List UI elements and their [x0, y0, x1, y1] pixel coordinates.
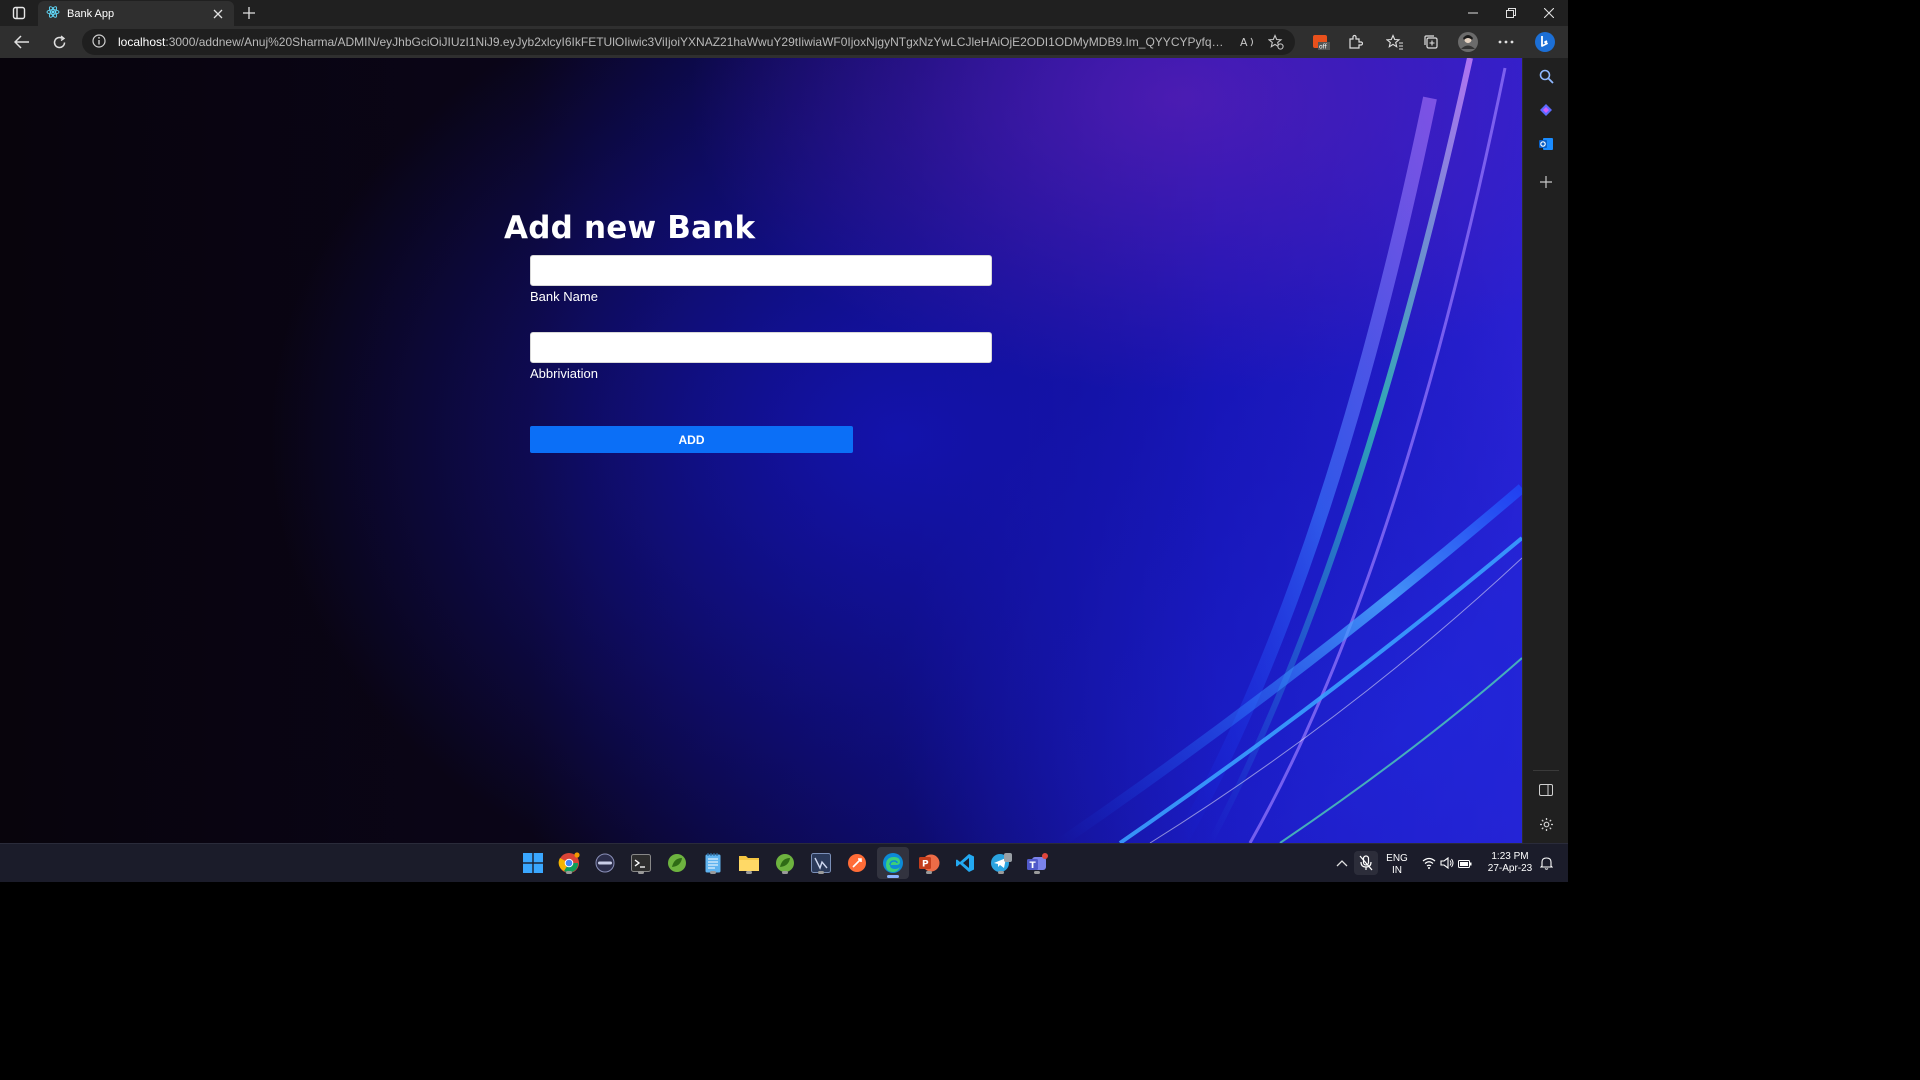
favorites-icon[interactable] [1382, 30, 1408, 54]
svg-text:T: T [1030, 861, 1037, 871]
running-indicator [746, 871, 752, 874]
powerpoint-icon[interactable]: P [917, 851, 941, 875]
svg-text:off: off [1319, 44, 1328, 51]
restore-icon[interactable] [1492, 0, 1530, 26]
terminal-icon[interactable] [629, 851, 653, 875]
tab-actions-icon[interactable] [6, 3, 32, 23]
running-indicator [818, 871, 824, 874]
volume-icon [1440, 854, 1454, 873]
close-window-icon[interactable] [1530, 0, 1568, 26]
url-text[interactable]: localhost:3000/addnew/Anuj%20Sharma/ADMI… [118, 35, 1229, 49]
outlook-icon[interactable] [1534, 132, 1558, 156]
settings-gear-icon[interactable] [1534, 812, 1558, 836]
add-sidebar-app-icon[interactable] [1534, 170, 1558, 194]
bing-copilot-icon[interactable] [1532, 30, 1558, 54]
input-language-indicator[interactable]: ENG IN [1383, 853, 1411, 877]
microphone-muted-icon[interactable] [1354, 851, 1378, 875]
more-options-icon[interactable] [1493, 30, 1519, 54]
sidebar-divider [1533, 770, 1559, 771]
windows-taskbar: P T ENG IN 1:23 PM 27-Apr-23 [0, 843, 1568, 882]
new-tab-icon[interactable] [238, 3, 260, 23]
tab-title: Bank App [67, 7, 115, 20]
page-content: Add new Bank Bank Name Abbriviation ADD [0, 58, 1522, 843]
extension-off-icon[interactable]: off [1308, 30, 1334, 54]
bank-name-input[interactable] [530, 255, 992, 286]
postman-icon[interactable] [845, 851, 869, 875]
running-indicator [1034, 871, 1040, 874]
search-icon[interactable] [1534, 64, 1558, 88]
react-favicon-icon [46, 4, 60, 23]
bar-app-icon[interactable] [593, 851, 617, 875]
show-hidden-icons-chevron-up-icon[interactable] [1330, 851, 1354, 875]
abbreviation-label: Abbriviation [530, 366, 598, 381]
screen: Bank App localhost:3000/addnew/Anuj%20Sh… [0, 0, 1568, 882]
url-path: :3000/addnew/Anuj%20Sharma/ADMIN/eyJhbGc… [165, 35, 1229, 49]
minimize-icon[interactable] [1454, 0, 1492, 26]
add-button[interactable]: ADD [530, 426, 853, 453]
extensions-icon[interactable] [1342, 30, 1368, 54]
running-indicator [782, 871, 788, 874]
add-favorite-icon[interactable] [1267, 33, 1285, 51]
chrome-icon[interactable] [557, 851, 581, 875]
edge-icon[interactable] [877, 847, 909, 879]
bank-name-label: Bank Name [530, 289, 598, 304]
spring-tools-2-icon[interactable] [773, 851, 797, 875]
running-indicator [710, 871, 716, 874]
active-indicator [887, 875, 899, 878]
windows-start-icon[interactable] [521, 851, 545, 875]
quick-settings-group[interactable] [1418, 851, 1476, 875]
region-code: IN [1392, 865, 1402, 876]
telegram-icon[interactable] [989, 851, 1013, 875]
read-aloud-icon[interactable]: A [1239, 33, 1257, 51]
running-indicator [638, 871, 644, 874]
hide-sidebar-icon[interactable] [1534, 778, 1558, 802]
clock-time: 1:23 PM [1491, 851, 1529, 862]
copilot-icon[interactable] [1534, 98, 1558, 122]
running-indicator [926, 871, 932, 874]
window-controls [1454, 0, 1568, 26]
abbreviation-input[interactable] [530, 332, 992, 363]
browser-sidebar [1522, 58, 1568, 843]
page-title: Add new Bank [504, 210, 756, 246]
svg-text:P: P [922, 860, 929, 870]
profile-avatar-icon[interactable] [1455, 30, 1481, 54]
site-info-icon[interactable] [92, 33, 106, 52]
battery-icon [1458, 854, 1472, 873]
teams-icon[interactable]: T [1025, 851, 1049, 875]
notepad-icon[interactable] [701, 851, 725, 875]
notification-bell-icon[interactable] [1538, 851, 1554, 875]
spring-tools-icon[interactable] [665, 851, 689, 875]
browser-toolbar: localhost:3000/addnew/Anuj%20Sharma/ADMI… [0, 26, 1568, 58]
visual-studio-icon[interactable] [809, 851, 833, 875]
back-icon[interactable] [9, 30, 35, 54]
clock[interactable]: 1:23 PM 27-Apr-23 [1484, 851, 1536, 875]
collections-icon[interactable] [1418, 30, 1444, 54]
url-host: localhost [118, 35, 166, 49]
vscode-icon[interactable] [953, 851, 977, 875]
address-bar[interactable]: localhost:3000/addnew/Anuj%20Sharma/ADMI… [82, 29, 1295, 55]
language-code: ENG [1386, 853, 1408, 864]
clock-date: 27-Apr-23 [1487, 863, 1533, 874]
running-indicator [566, 871, 572, 874]
browser-tab[interactable]: Bank App [38, 1, 234, 26]
refresh-icon[interactable] [46, 30, 72, 54]
tab-close-icon[interactable] [210, 6, 226, 22]
svg-text:A: A [1240, 36, 1248, 49]
wifi-icon [1422, 854, 1436, 873]
browser-titlebar: Bank App [0, 0, 1568, 26]
running-indicator [998, 871, 1004, 874]
file-explorer-icon[interactable] [737, 851, 761, 875]
